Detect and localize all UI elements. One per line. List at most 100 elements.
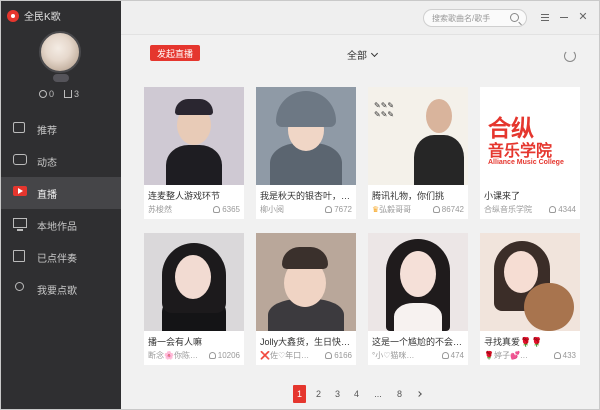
room-title: 寻找真爱🌹🌹 bbox=[484, 337, 543, 347]
room-meta: ❌佐♡年口… 6166 bbox=[256, 348, 356, 361]
room-host[interactable]: ♛弘毅哥哥 bbox=[372, 204, 411, 215]
chat-icon bbox=[13, 154, 27, 165]
viewer-icon bbox=[325, 352, 333, 359]
close-icon[interactable]: ✕ bbox=[577, 11, 589, 23]
sidebar-item-live[interactable]: 直播 bbox=[1, 177, 121, 209]
room-thumbnail[interactable] bbox=[256, 87, 356, 185]
sidebar-item-label: 动态 bbox=[37, 157, 57, 169]
live-room-card[interactable]: 播一会有人嘛 断念🌸你陈… 10206 bbox=[144, 233, 244, 365]
sidebar-item-request-song[interactable]: 我要点歌 bbox=[1, 273, 121, 305]
refresh-icon[interactable] bbox=[564, 50, 576, 62]
room-meta: °小♡猫咪… 474 bbox=[368, 348, 468, 361]
room-meta: 断念🌸你陈… 10206 bbox=[144, 348, 244, 361]
live-room-card[interactable]: Jolly大鑫货，生日快… ❌佐♡年口… 6166 bbox=[256, 233, 356, 365]
search-input[interactable] bbox=[432, 13, 506, 23]
viewer-count: 4344 bbox=[558, 205, 576, 214]
pagination: 1 2 3 4 ... 8 bbox=[293, 385, 425, 403]
category-filter-dropdown[interactable]: 全部 bbox=[347, 47, 379, 62]
viewer-count: 6365 bbox=[222, 205, 240, 214]
room-thumbnail[interactable] bbox=[144, 233, 244, 331]
room-title: 我是秋天的银杏叶，… bbox=[260, 191, 351, 201]
viewer-icon bbox=[208, 352, 216, 359]
sidebar-item-label: 本地作品 bbox=[37, 221, 77, 233]
viewer-icon bbox=[553, 352, 561, 359]
user-stats: 0 3 bbox=[39, 89, 79, 99]
page-4[interactable]: 4 bbox=[350, 385, 363, 403]
room-title: 这是一个尴尬的不会… bbox=[372, 337, 463, 347]
next-page-button[interactable] bbox=[412, 385, 425, 403]
room-host[interactable]: 苏梭然 bbox=[148, 204, 172, 215]
room-thumbnail[interactable]: 合纵 音乐学院 Alliance Music College bbox=[480, 87, 580, 185]
live-room-card[interactable]: 我是秋天的银杏叶，… 柳小阅 7672 bbox=[256, 87, 356, 219]
coin-icon bbox=[39, 90, 47, 98]
room-host[interactable]: 断念🌸你陈… bbox=[148, 350, 198, 361]
page-8[interactable]: 8 bbox=[393, 385, 406, 403]
room-title: 连麦整人游戏环节 bbox=[148, 191, 221, 201]
sidebar-item-feed[interactable]: 动态 bbox=[1, 145, 121, 177]
live-room-card[interactable]: ✎✎✎ ✎✎✎ 腾讯礼物，你们挑 ♛弘毅哥哥 86742 bbox=[368, 87, 468, 219]
live-room-card[interactable]: 连麦整人游戏环节 苏梭然 6365 bbox=[144, 87, 244, 219]
thumbs-up-icon bbox=[13, 122, 25, 133]
viewer-count: 10206 bbox=[217, 351, 240, 360]
room-host[interactable]: 合纵音乐学院 bbox=[484, 204, 532, 215]
minimize-icon[interactable] bbox=[558, 11, 570, 23]
live-room-card[interactable]: 合纵 音乐学院 Alliance Music College 小课来了 合纵音乐… bbox=[480, 87, 580, 219]
sidebar-item-label: 推荐 bbox=[37, 125, 57, 137]
title-bar: ✕ bbox=[121, 1, 599, 35]
sidebar-item-label: 我要点歌 bbox=[37, 285, 77, 297]
page-3[interactable]: 3 bbox=[331, 385, 344, 403]
avatar[interactable] bbox=[39, 31, 81, 73]
search-icon[interactable] bbox=[510, 13, 519, 22]
room-host[interactable]: ❌佐♡年口… bbox=[260, 350, 309, 361]
viewer-count: 7672 bbox=[334, 205, 352, 214]
sidebar-item-requested[interactable]: 已点伴奏 bbox=[1, 241, 121, 273]
sidebar-item-recommend[interactable]: 推荐 bbox=[1, 113, 121, 145]
viewer-icon bbox=[432, 206, 440, 213]
room-thumbnail[interactable]: ✎✎✎ ✎✎✎ bbox=[368, 87, 468, 185]
sidebar-item-label: 直播 bbox=[37, 189, 57, 201]
viewer-count: 6166 bbox=[334, 351, 352, 360]
sidebar-item-local-works[interactable]: 本地作品 bbox=[1, 209, 121, 241]
gift-icon bbox=[64, 90, 73, 98]
main-panel: ✕ 发起直播 全部 连麦整人游戏环节 苏梭然 636 bbox=[121, 1, 599, 409]
room-thumbnail[interactable] bbox=[368, 233, 468, 331]
room-meta: 柳小阅 7672 bbox=[256, 202, 356, 215]
live-video-icon bbox=[13, 186, 27, 196]
room-thumbnail[interactable] bbox=[144, 87, 244, 185]
room-thumbnail[interactable] bbox=[256, 233, 356, 331]
live-room-card[interactable]: 这是一个尴尬的不会… °小♡猫咪… 474 bbox=[368, 233, 468, 365]
alliance-logo: 合纵 音乐学院 Alliance Music College bbox=[480, 87, 580, 185]
room-title: 小课来了 bbox=[484, 191, 521, 201]
stat-1[interactable]: 0 bbox=[39, 89, 54, 99]
logo-line-3: Alliance Music College bbox=[488, 159, 564, 166]
room-thumbnail[interactable] bbox=[480, 233, 580, 331]
stat-2[interactable]: 3 bbox=[64, 89, 79, 99]
sidebar: 全民K歌 0 3 推荐 动态 直播 本地作品 已点伴奏 我要点歌 bbox=[1, 1, 121, 409]
page-ellipsis: ... bbox=[374, 389, 382, 399]
chevron-down-icon bbox=[370, 49, 379, 57]
viewer-icon bbox=[213, 206, 221, 213]
stat-1-value: 0 bbox=[49, 89, 55, 99]
filter-label: 全部 bbox=[347, 51, 367, 62]
page-2[interactable]: 2 bbox=[312, 385, 325, 403]
room-host[interactable]: 柳小阅 bbox=[260, 204, 284, 215]
stat-2-value: 3 bbox=[74, 89, 80, 99]
sidebar-nav: 推荐 动态 直播 本地作品 已点伴奏 我要点歌 bbox=[1, 113, 121, 305]
viewer-icon bbox=[325, 206, 333, 213]
live-room-card[interactable]: 寻找真爱🌹🌹 🌹婷子💕… 433 bbox=[480, 233, 580, 365]
room-meta: 苏梭然 6365 bbox=[144, 202, 244, 215]
menu-icon[interactable] bbox=[539, 11, 551, 23]
app-title-text: 全民K歌 bbox=[24, 12, 61, 23]
viewer-icon bbox=[549, 206, 557, 213]
logo-line-2: 音乐学院 bbox=[488, 143, 553, 160]
room-meta: 🌹婷子💕… 433 bbox=[480, 348, 580, 361]
app-window: 全民K歌 0 3 推荐 动态 直播 本地作品 已点伴奏 我要点歌 搜索歌曲名/歌… bbox=[0, 0, 600, 410]
viewer-icon bbox=[441, 352, 449, 359]
room-host[interactable]: °小♡猫咪… bbox=[372, 350, 414, 361]
chevron-right-icon bbox=[415, 391, 422, 397]
room-host[interactable]: 🌹婷子💕… bbox=[484, 350, 528, 361]
app-title: 全民K歌 bbox=[7, 8, 61, 23]
room-meta: ♛弘毅哥哥 86742 bbox=[368, 202, 468, 215]
page-1[interactable]: 1 bbox=[293, 385, 306, 403]
start-live-button[interactable]: 发起直播 bbox=[150, 45, 200, 61]
